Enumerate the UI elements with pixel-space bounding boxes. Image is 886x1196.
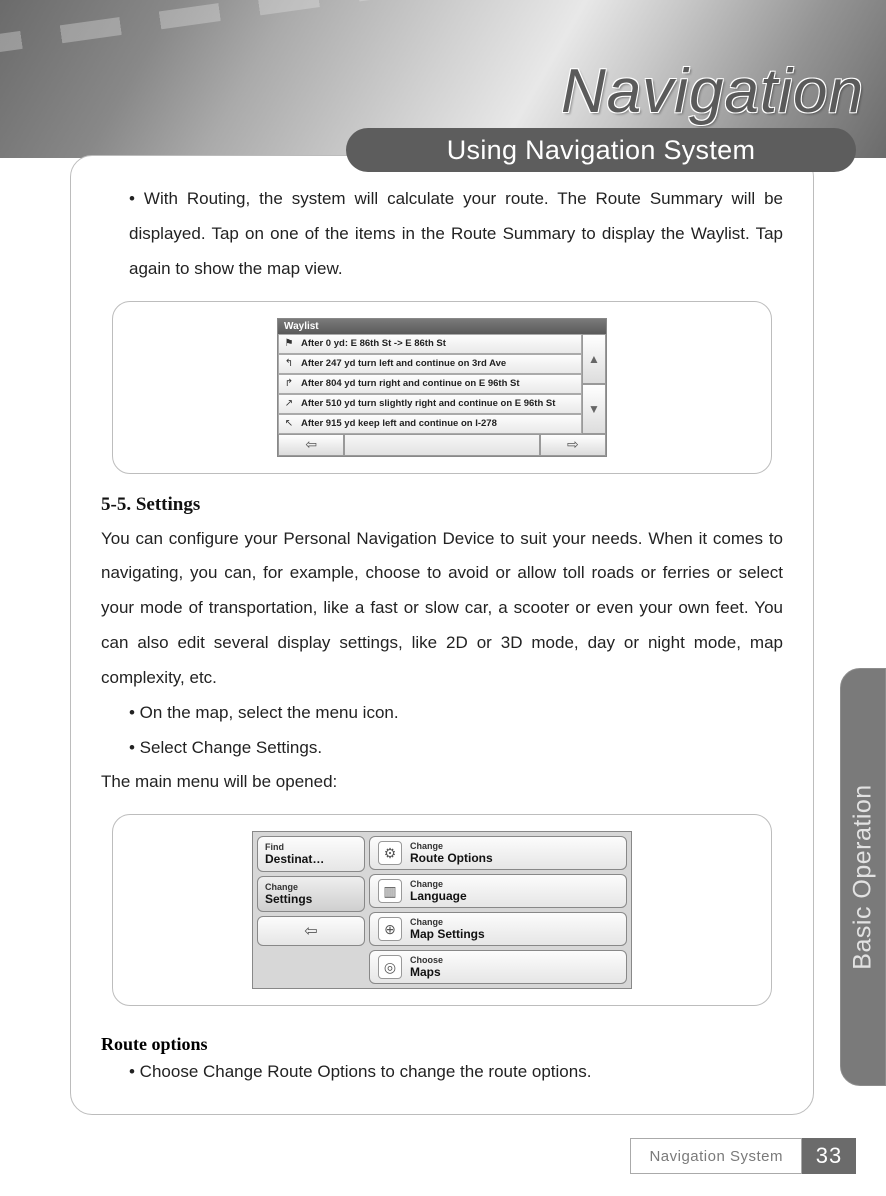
hero-title: Navigation — [561, 56, 864, 127]
hero-decoration — [0, 0, 379, 57]
route-options-heading: Route options — [101, 1034, 783, 1055]
section-closing: The main menu will be opened: — [101, 765, 783, 800]
menu-item-maps[interactable]: ◎ Choose Maps — [369, 950, 627, 984]
waylist-row[interactable]: ↱ After 804 yd turn right and continue o… — [278, 374, 582, 394]
route-options-bullet: • Choose Change Route Options to change … — [101, 1055, 783, 1090]
flag-icon: ▥ — [378, 879, 402, 903]
waylist-row-text: After 0 yd: E 86th St -> E 86th St — [301, 338, 446, 349]
flag-icon: ⚑ — [283, 338, 295, 350]
card-small-label: Change — [265, 882, 357, 892]
settings-menu: Find Destinat… Change Settings ⇦ ⚙ Chang… — [252, 831, 632, 989]
chapter-title-pill: Using Navigation System — [346, 128, 856, 172]
waylist-row[interactable]: ↖ After 915 yd keep left and continue on… — [278, 414, 582, 434]
waylist-row[interactable]: ⚑ After 0 yd: E 86th St -> E 86th St — [278, 334, 582, 354]
settings-figure-frame: Find Destinat… Change Settings ⇦ ⚙ Chang… — [112, 814, 772, 1006]
waylist-back-button[interactable]: ⇦ — [278, 434, 344, 456]
waylist-scrollbar: ▲ ▼ — [582, 334, 606, 434]
scroll-up-button[interactable]: ▲ — [582, 334, 606, 384]
menu-item-big: Map Settings — [410, 927, 485, 941]
content-panel: • With Routing, the system will calculat… — [70, 155, 814, 1115]
globe-icon: ⊕ — [378, 917, 402, 941]
slight-right-icon: ↗ — [283, 398, 295, 410]
waylist-footer-spacer — [344, 434, 539, 456]
menu-item-big: Route Options — [410, 851, 493, 865]
side-tab: Basic Operation — [840, 668, 886, 1086]
section-paragraph: You can configure your Personal Navigati… — [101, 522, 783, 696]
change-settings-card[interactable]: Change Settings — [257, 876, 365, 912]
card-big-label: Settings — [265, 892, 357, 906]
menu-item-small: Change — [410, 841, 493, 851]
footer-book-label: Navigation System — [630, 1138, 802, 1174]
footer-page-number: 33 — [802, 1138, 856, 1174]
waylist-row-text: After 804 yd turn right and continue on … — [301, 378, 520, 389]
menu-item-small: Choose — [410, 955, 443, 965]
menu-item-route-options[interactable]: ⚙ Change Route Options — [369, 836, 627, 870]
section-bullet: • Select Change Settings. — [101, 731, 783, 766]
waylist-window: Waylist ⚑ After 0 yd: E 86th St -> E 86t… — [277, 318, 607, 457]
settings-back-button[interactable]: ⇦ — [257, 916, 365, 946]
card-big-label: Destinat… — [265, 852, 357, 866]
waylist-titlebar: Waylist — [278, 319, 606, 334]
section-heading: 5-5. Settings — [101, 494, 783, 516]
menu-item-small: Change — [410, 879, 467, 889]
waylist-row-text: After 915 yd keep left and continue on I… — [301, 418, 497, 429]
section-bullet: • On the map, select the menu icon. — [101, 696, 783, 731]
waylist-row-text: After 510 yd turn slightly right and con… — [301, 398, 555, 409]
page-footer: Navigation System 33 — [630, 1138, 856, 1174]
menu-item-map-settings[interactable]: ⊕ Change Map Settings — [369, 912, 627, 946]
card-small-label: Find — [265, 842, 357, 852]
menu-item-language[interactable]: ▥ Change Language — [369, 874, 627, 908]
waylist-forward-button[interactable]: ⇨ — [540, 434, 606, 456]
find-destination-card[interactable]: Find Destinat… — [257, 836, 365, 872]
disc-icon: ◎ — [378, 955, 402, 979]
menu-item-big: Language — [410, 889, 467, 903]
waylist-row[interactable]: ↗ After 510 yd turn slightly right and c… — [278, 394, 582, 414]
gear-icon: ⚙ — [378, 841, 402, 865]
side-tab-label: Basic Operation — [849, 784, 878, 969]
intro-bullet: • With Routing, the system will calculat… — [101, 182, 783, 287]
waylist-figure-frame: Waylist ⚑ After 0 yd: E 86th St -> E 86t… — [112, 301, 772, 474]
waylist-row-text: After 247 yd turn left and continue on 3… — [301, 358, 506, 369]
menu-item-small: Change — [410, 917, 485, 927]
turn-left-icon: ↰ — [283, 358, 295, 370]
waylist-row[interactable]: ↰ After 247 yd turn left and continue on… — [278, 354, 582, 374]
menu-item-big: Maps — [410, 965, 443, 979]
keep-left-icon: ↖ — [283, 418, 295, 430]
turn-right-icon: ↱ — [283, 378, 295, 390]
scroll-down-button[interactable]: ▼ — [582, 384, 606, 434]
